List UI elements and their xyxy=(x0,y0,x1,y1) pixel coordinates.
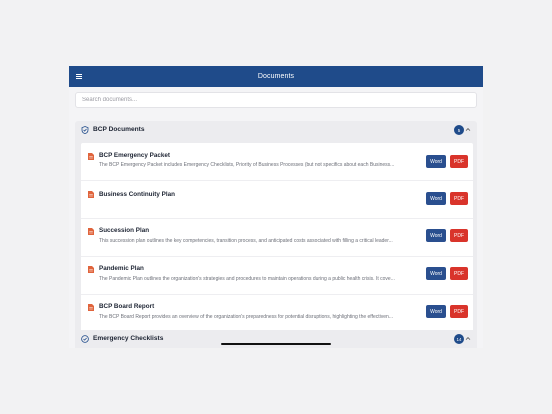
document-description: The BCP Emergency Packet includes Emerge… xyxy=(99,162,395,168)
word-download-button[interactable]: Word xyxy=(426,229,446,242)
app-window: Documents BCP Documents 5 BCP Emergency … xyxy=(69,66,483,348)
word-download-button[interactable]: Word xyxy=(426,305,446,318)
section-title: Emergency Checklists xyxy=(93,335,164,342)
pdf-download-button[interactable]: PDF xyxy=(450,155,468,168)
document-title: BCP Board Report xyxy=(99,303,155,310)
home-indicator xyxy=(221,343,331,345)
document-description: The Pandemic Plan outlines the organizat… xyxy=(99,276,395,282)
section-header-emergency-checklists[interactable]: Emergency Checklists 14 xyxy=(75,330,477,348)
count-badge: 5 xyxy=(454,125,464,135)
document-row[interactable]: Pandemic Plan The Pandemic Plan outlines… xyxy=(81,257,473,295)
document-row[interactable]: BCP Emergency Packet The BCP Emergency P… xyxy=(81,143,473,181)
pdf-download-button[interactable]: PDF xyxy=(450,305,468,318)
document-title: Business Continuity Plan xyxy=(99,191,175,198)
document-list: BCP Emergency Packet The BCP Emergency P… xyxy=(81,143,473,332)
top-navigation-bar: Documents xyxy=(69,66,483,87)
chevron-up-icon[interactable] xyxy=(465,336,471,341)
shield-check-icon xyxy=(81,126,89,134)
word-download-button[interactable]: Word xyxy=(426,267,446,280)
document-title: BCP Emergency Packet xyxy=(99,152,170,159)
chevron-up-icon[interactable] xyxy=(465,127,471,132)
document-icon xyxy=(88,266,94,273)
section-header-bcp-documents[interactable]: BCP Documents 5 xyxy=(75,121,477,139)
pdf-download-button[interactable]: PDF xyxy=(450,267,468,280)
section-emergency-checklists: Emergency Checklists 14 xyxy=(75,330,477,348)
document-description: This succession plan outlines the key co… xyxy=(99,238,393,244)
document-row[interactable]: BCP Board Report The BCP Board Report pr… xyxy=(81,295,473,332)
document-icon xyxy=(88,228,94,235)
section-bcp-documents: BCP Documents 5 BCP Emergency Packet The… xyxy=(75,121,477,338)
section-title: BCP Documents xyxy=(93,126,145,133)
search-input[interactable] xyxy=(82,97,476,103)
count-badge: 14 xyxy=(454,334,464,344)
pdf-download-button[interactable]: PDF xyxy=(450,229,468,242)
document-title: Pandemic Plan xyxy=(99,265,144,272)
document-icon xyxy=(88,153,94,160)
document-row[interactable]: Business Continuity Plan Word PDF xyxy=(81,181,473,219)
document-icon xyxy=(88,191,94,198)
search-field[interactable] xyxy=(75,92,477,108)
word-download-button[interactable]: Word xyxy=(426,155,446,168)
word-download-button[interactable]: Word xyxy=(426,192,446,205)
check-circle-icon xyxy=(81,335,89,343)
document-icon xyxy=(88,304,94,311)
hamburger-menu-icon[interactable] xyxy=(76,74,82,79)
page-title: Documents xyxy=(257,73,295,80)
document-description: The BCP Board Report provides an overvie… xyxy=(99,314,393,320)
pdf-download-button[interactable]: PDF xyxy=(450,192,468,205)
document-row[interactable]: Succession Plan This succession plan out… xyxy=(81,219,473,257)
document-title: Succession Plan xyxy=(99,227,150,234)
